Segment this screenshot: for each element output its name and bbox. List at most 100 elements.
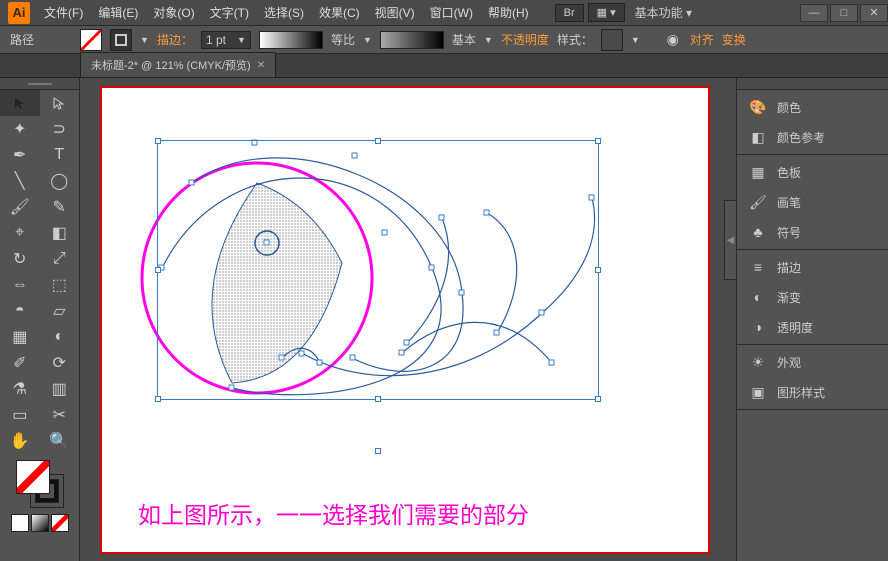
panel-symbols[interactable]: ♣符号 — [737, 217, 888, 247]
brush-icon: 🖌 — [749, 193, 767, 211]
panel-grip[interactable] — [0, 78, 79, 90]
guide-icon: ◧ — [749, 128, 767, 146]
artboard[interactable]: 如上图所示，一一选择我们需要的部分 — [100, 86, 710, 554]
free-transform-tool[interactable]: ⬚ — [40, 272, 80, 298]
menu-file[interactable]: 文件(F) — [38, 1, 89, 24]
slice-tool[interactable]: ✂ — [40, 402, 80, 428]
stroke-swatch[interactable] — [110, 29, 132, 51]
annotation-text: 如上图所示，一一选择我们需要的部分 — [138, 496, 529, 530]
tab-title: 未标题-2* @ 121% (CMYK/预览) — [91, 57, 251, 73]
menu-view[interactable]: 视图(V) — [369, 1, 421, 24]
workspace[interactable]: 如上图所示，一一选择我们需要的部分 — [80, 78, 736, 561]
options-bar: 路径 ▼ 描边： 1 pt▼ 等比▼ 基本▼ 不透明度 样式： ▼ ◉ 对齐 变… — [0, 26, 888, 54]
blob-brush-tool[interactable]: ⌖ — [0, 220, 40, 246]
color-mode-gradient[interactable] — [31, 514, 49, 532]
close-tab-icon[interactable]: ✕ — [257, 60, 265, 71]
panel-stroke[interactable]: ≡描边 — [737, 252, 888, 282]
close-button[interactable]: ✕ — [860, 4, 888, 22]
minimize-button[interactable]: — — [800, 4, 828, 22]
transform-label[interactable]: 变换 — [722, 31, 746, 48]
right-panels: 🎨颜色 ◧颜色参考 ▦色板 🖌画笔 ♣符号 ≡描边 ◐渐变 ◑透明度 ☀外观 ▣… — [736, 78, 888, 561]
panel-graphic-styles[interactable]: ▣图形样式 — [737, 377, 888, 407]
width-tool[interactable]: ⇔ — [0, 272, 40, 298]
panel-swatches[interactable]: ▦色板 — [737, 157, 888, 187]
transparency-icon: ◑ — [749, 318, 767, 336]
panel-appearance[interactable]: ☀外观 — [737, 347, 888, 377]
scale-tool[interactable]: ⤢ — [40, 246, 80, 272]
menu-window[interactable]: 窗口(W) — [424, 1, 479, 24]
menu-effect[interactable]: 效果(C) — [313, 1, 366, 24]
rotate-tool[interactable]: ↻ — [0, 246, 40, 272]
main-menu: 文件(F) 编辑(E) 对象(O) 文字(T) 选择(S) 效果(C) 视图(V… — [38, 1, 535, 24]
shape-tool[interactable]: ◯ — [40, 168, 80, 194]
chevron-down-icon: ▼ — [140, 35, 149, 45]
tools-panel: ✦ ⊃ ✒ T ╲ ◯ 🖌 ✎ ⌖ ◧ ↻ ⤢ ⇔ ⬚ ◓ ▱ ▦ ◐ ✐ ⟳ … — [0, 78, 80, 561]
shape-builder-tool[interactable]: ◓ — [0, 298, 40, 324]
eraser-tool[interactable]: ◧ — [40, 220, 80, 246]
menu-type[interactable]: 文字(T) — [204, 1, 255, 24]
symbol-sprayer-tool[interactable]: ⚗ — [0, 376, 40, 402]
maximize-button[interactable]: □ — [830, 4, 858, 22]
expand-panels-tab[interactable]: ◀ — [724, 200, 736, 280]
hand-tool[interactable]: ✋ — [0, 428, 40, 454]
brush-def-preview[interactable] — [380, 31, 444, 49]
mesh-tool[interactable]: ▦ — [0, 324, 40, 350]
gradient-tool[interactable]: ◐ — [40, 324, 80, 350]
panel-brushes[interactable]: 🖌画笔 — [737, 187, 888, 217]
recolor-icon[interactable]: ◉ — [664, 31, 682, 49]
gradient-icon: ◐ — [749, 288, 767, 306]
perspective-tool[interactable]: ▱ — [40, 298, 80, 324]
paintbrush-tool[interactable]: 🖌 — [0, 194, 40, 220]
selection-tool[interactable] — [0, 90, 40, 116]
stroke-label: 描边： — [157, 31, 193, 48]
swatch-icon: ▦ — [749, 163, 767, 181]
panel-color-guide[interactable]: ◧颜色参考 — [737, 122, 888, 152]
fill-color[interactable] — [16, 460, 50, 494]
brush-label: 基本 — [452, 31, 476, 48]
panel-gradient[interactable]: ◐渐变 — [737, 282, 888, 312]
selection-bounding-box[interactable] — [157, 140, 599, 400]
profile-label: 等比 — [331, 31, 355, 48]
eyedropper-tool[interactable]: ✐ — [0, 350, 40, 376]
arrange-docs-button[interactable]: ▦ ▾ — [588, 3, 625, 22]
blend-tool[interactable]: ⟳ — [40, 350, 80, 376]
panel-color[interactable]: 🎨颜色 — [737, 92, 888, 122]
panel-transparency[interactable]: ◑透明度 — [737, 312, 888, 342]
titlebar: Ai 文件(F) 编辑(E) 对象(O) 文字(T) 选择(S) 效果(C) 视… — [0, 0, 888, 26]
workspace-switcher[interactable]: 基本功能 ▾ — [635, 4, 692, 21]
menu-select[interactable]: 选择(S) — [258, 1, 310, 24]
appearance-icon: ☀ — [749, 353, 767, 371]
width-profile-preview[interactable] — [259, 31, 323, 49]
selection-type-label: 路径 — [10, 31, 34, 48]
graphic-styles-icon: ▣ — [749, 383, 767, 401]
artboard-tool[interactable]: ▭ — [0, 402, 40, 428]
pencil-tool[interactable]: ✎ — [40, 194, 80, 220]
opacity-label[interactable]: 不透明度 — [501, 31, 549, 48]
style-swatch[interactable] — [601, 29, 623, 51]
menu-help[interactable]: 帮助(H) — [482, 1, 535, 24]
palette-icon: 🎨 — [749, 98, 767, 116]
line-tool[interactable]: ╲ — [0, 168, 40, 194]
stroke-weight-input[interactable]: 1 pt▼ — [201, 31, 251, 49]
direct-selection-tool[interactable] — [40, 90, 80, 116]
panel-grip[interactable] — [737, 78, 888, 90]
graph-tool[interactable]: ▥ — [40, 376, 80, 402]
document-tab[interactable]: 未标题-2* @ 121% (CMYK/预览) ✕ — [80, 52, 276, 77]
align-label[interactable]: 对齐 — [690, 31, 714, 48]
document-tab-bar: 未标题-2* @ 121% (CMYK/预览) ✕ — [0, 54, 888, 78]
color-mode-solid[interactable] — [11, 514, 29, 532]
menu-object[interactable]: 对象(O) — [147, 1, 200, 24]
zoom-tool[interactable]: 🔍 — [40, 428, 80, 454]
menu-edit[interactable]: 编辑(E) — [92, 1, 144, 24]
lasso-tool[interactable]: ⊃ — [40, 116, 80, 142]
bridge-button[interactable]: Br — [555, 4, 584, 22]
app-logo: Ai — [8, 2, 30, 24]
fill-stroke-picker[interactable] — [16, 460, 64, 508]
stroke-icon: ≡ — [749, 258, 767, 276]
pen-tool[interactable]: ✒ — [0, 142, 40, 168]
fill-swatch[interactable] — [80, 29, 102, 51]
color-mode-none[interactable] — [51, 514, 69, 532]
type-tool[interactable]: T — [40, 142, 80, 168]
magic-wand-tool[interactable]: ✦ — [0, 116, 40, 142]
style-label: 样式： — [557, 31, 593, 48]
